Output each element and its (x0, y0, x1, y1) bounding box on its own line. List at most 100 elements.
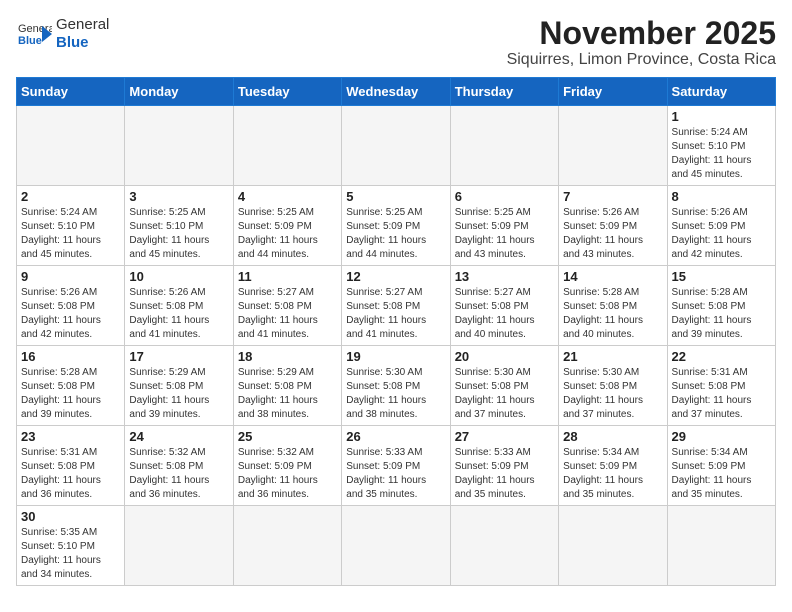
day-info: Sunrise: 5:26 AM Sunset: 5:09 PM Dayligh… (672, 206, 771, 262)
weekday-header-monday: Monday (125, 78, 233, 106)
day-number: 24 (129, 429, 228, 444)
calendar-week-row: 2 Sunrise: 5:24 AM Sunset: 5:10 PM Daylig… (17, 186, 776, 266)
day-info: Sunrise: 5:26 AM Sunset: 5:09 PM Dayligh… (563, 206, 662, 262)
calendar-day-cell: 28Sunrise: 5:34 AM Sunset: 5:09 PM Dayli… (559, 426, 667, 506)
calendar-day-cell: 7 Sunrise: 5:26 AM Sunset: 5:09 PM Daylig… (559, 186, 667, 266)
calendar-day-cell: 4 Sunrise: 5:25 AM Sunset: 5:09 PM Daylig… (233, 186, 341, 266)
day-number: 3 (129, 189, 228, 204)
calendar-header: SundayMondayTuesdayWednesdayThursdayFrid… (17, 78, 776, 106)
day-number: 23 (21, 429, 120, 444)
logo: General Blue General Blue (16, 16, 109, 52)
day-number: 8 (672, 189, 771, 204)
calendar-day-cell: 5Sunrise: 5:25 AM Sunset: 5:09 PM Daylig… (342, 186, 450, 266)
calendar-day-cell: 12 Sunrise: 5:27 AM Sunset: 5:08 PM Dayli… (342, 266, 450, 346)
header: General Blue General Blue November 2025 … (16, 16, 776, 69)
day-info: Sunrise: 5:30 AM Sunset: 5:08 PM Dayligh… (346, 366, 445, 422)
calendar-day-cell: 21Sunrise: 5:30 AM Sunset: 5:08 PM Dayli… (559, 346, 667, 426)
calendar-day-cell: 19 Sunrise: 5:30 AM Sunset: 5:08 PM Dayli… (342, 346, 450, 426)
day-number: 20 (455, 349, 554, 364)
day-info: Sunrise: 5:27 AM Sunset: 5:08 PM Dayligh… (346, 286, 445, 342)
calendar-day-cell: 9Sunrise: 5:26 AM Sunset: 5:08 PM Daylig… (17, 266, 125, 346)
calendar-day-cell: 27 Sunrise: 5:33 AM Sunset: 5:09 PM Dayli… (450, 426, 558, 506)
day-info: Sunrise: 5:24 AM Sunset: 5:10 PM Dayligh… (672, 126, 771, 182)
day-info: Sunrise: 5:32 AM Sunset: 5:08 PM Dayligh… (129, 446, 228, 502)
logo-general: General (56, 16, 109, 34)
day-info: Sunrise: 5:29 AM Sunset: 5:08 PM Dayligh… (129, 366, 228, 422)
day-info: Sunrise: 5:33 AM Sunset: 5:09 PM Dayligh… (455, 446, 554, 502)
month-title: November 2025 (507, 16, 776, 51)
calendar-day-cell: 16 Sunrise: 5:28 AM Sunset: 5:08 PM Dayli… (17, 346, 125, 426)
day-number: 26 (346, 429, 445, 444)
logo-blue: Blue (56, 34, 109, 52)
day-info: Sunrise: 5:31 AM Sunset: 5:08 PM Dayligh… (672, 366, 771, 422)
day-info: Sunrise: 5:28 AM Sunset: 5:08 PM Dayligh… (563, 286, 662, 342)
day-number: 7 (563, 189, 662, 204)
calendar-day-cell: 3 Sunrise: 5:25 AM Sunset: 5:10 PM Daylig… (125, 186, 233, 266)
day-number: 4 (238, 189, 337, 204)
day-number: 29 (672, 429, 771, 444)
svg-text:Blue: Blue (18, 35, 42, 47)
day-number: 16 (21, 349, 120, 364)
day-number: 6 (455, 189, 554, 204)
calendar-day-cell (559, 106, 667, 186)
calendar-day-cell: 11Sunrise: 5:27 AM Sunset: 5:08 PM Dayli… (233, 266, 341, 346)
calendar-day-cell: 14Sunrise: 5:28 AM Sunset: 5:08 PM Dayli… (559, 266, 667, 346)
weekday-header-sunday: Sunday (17, 78, 125, 106)
day-info: Sunrise: 5:28 AM Sunset: 5:08 PM Dayligh… (21, 366, 120, 422)
day-info: Sunrise: 5:26 AM Sunset: 5:08 PM Dayligh… (129, 286, 228, 342)
calendar-day-cell: 25 Sunrise: 5:32 AM Sunset: 5:09 PM Dayli… (233, 426, 341, 506)
weekday-header-row: SundayMondayTuesdayWednesdayThursdayFrid… (17, 78, 776, 106)
day-number: 17 (129, 349, 228, 364)
location-title: Siquirres, Limon Province, Costa Rica (507, 51, 776, 69)
day-info: Sunrise: 5:29 AM Sunset: 5:08 PM Dayligh… (238, 366, 337, 422)
calendar-day-cell (233, 106, 341, 186)
weekday-header-wednesday: Wednesday (342, 78, 450, 106)
calendar-day-cell (342, 506, 450, 586)
calendar-week-row: 1 Sunrise: 5:24 AM Sunset: 5:10 PM Daylig… (17, 106, 776, 186)
day-number: 27 (455, 429, 554, 444)
calendar-day-cell: 1 Sunrise: 5:24 AM Sunset: 5:10 PM Daylig… (667, 106, 775, 186)
day-info: Sunrise: 5:32 AM Sunset: 5:09 PM Dayligh… (238, 446, 337, 502)
calendar-day-cell (125, 106, 233, 186)
calendar-day-cell (342, 106, 450, 186)
calendar-day-cell: 26Sunrise: 5:33 AM Sunset: 5:09 PM Dayli… (342, 426, 450, 506)
weekday-header-tuesday: Tuesday (233, 78, 341, 106)
calendar-day-cell (667, 506, 775, 586)
calendar-day-cell: 30Sunrise: 5:35 AM Sunset: 5:10 PM Dayli… (17, 506, 125, 586)
calendar-day-cell (233, 506, 341, 586)
day-info: Sunrise: 5:25 AM Sunset: 5:09 PM Dayligh… (455, 206, 554, 262)
day-info: Sunrise: 5:27 AM Sunset: 5:08 PM Dayligh… (455, 286, 554, 342)
day-number: 12 (346, 269, 445, 284)
day-number: 11 (238, 269, 337, 284)
weekday-header-thursday: Thursday (450, 78, 558, 106)
calendar-day-cell: 24 Sunrise: 5:32 AM Sunset: 5:08 PM Dayli… (125, 426, 233, 506)
calendar-day-cell (450, 506, 558, 586)
weekday-header-saturday: Saturday (667, 78, 775, 106)
day-info: Sunrise: 5:25 AM Sunset: 5:10 PM Dayligh… (129, 206, 228, 262)
day-number: 13 (455, 269, 554, 284)
day-number: 15 (672, 269, 771, 284)
day-number: 2 (21, 189, 120, 204)
calendar-day-cell: 6 Sunrise: 5:25 AM Sunset: 5:09 PM Daylig… (450, 186, 558, 266)
day-number: 21 (563, 349, 662, 364)
calendar-day-cell: 8 Sunrise: 5:26 AM Sunset: 5:09 PM Daylig… (667, 186, 775, 266)
calendar-day-cell: 23Sunrise: 5:31 AM Sunset: 5:08 PM Dayli… (17, 426, 125, 506)
calendar-day-cell (125, 506, 233, 586)
day-number: 28 (563, 429, 662, 444)
weekday-header-friday: Friday (559, 78, 667, 106)
day-info: Sunrise: 5:24 AM Sunset: 5:10 PM Dayligh… (21, 206, 120, 262)
day-info: Sunrise: 5:25 AM Sunset: 5:09 PM Dayligh… (346, 206, 445, 262)
day-info: Sunrise: 5:25 AM Sunset: 5:09 PM Dayligh… (238, 206, 337, 262)
calendar-day-cell (17, 106, 125, 186)
day-number: 19 (346, 349, 445, 364)
calendar-week-row: 30Sunrise: 5:35 AM Sunset: 5:10 PM Dayli… (17, 506, 776, 586)
calendar-day-cell: 20Sunrise: 5:30 AM Sunset: 5:08 PM Dayli… (450, 346, 558, 426)
logo-icon: General Blue (16, 16, 52, 52)
calendar-day-cell (559, 506, 667, 586)
day-info: Sunrise: 5:34 AM Sunset: 5:09 PM Dayligh… (672, 446, 771, 502)
calendar-body: 1 Sunrise: 5:24 AM Sunset: 5:10 PM Daylig… (17, 106, 776, 586)
day-number: 1 (672, 109, 771, 124)
calendar-week-row: 9Sunrise: 5:26 AM Sunset: 5:08 PM Daylig… (17, 266, 776, 346)
day-number: 25 (238, 429, 337, 444)
calendar-day-cell: 15Sunrise: 5:28 AM Sunset: 5:08 PM Dayli… (667, 266, 775, 346)
